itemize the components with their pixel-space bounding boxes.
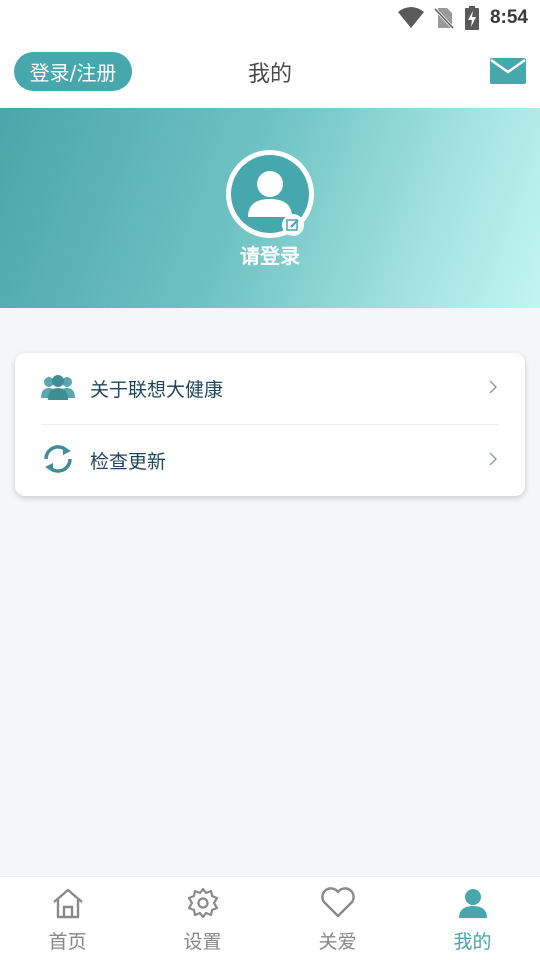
tab-label: 关爱	[318, 931, 357, 953]
mail-icon[interactable]	[490, 58, 526, 88]
tab-care[interactable]: 关爱	[270, 877, 405, 960]
menu-item-label: 关于联想大健康	[90, 379, 224, 401]
person-icon	[457, 887, 489, 923]
page-title: 我的	[247, 62, 292, 87]
menu-item-label: 检查更新	[90, 451, 167, 473]
menu-item-check-update[interactable]: 检查更新	[15, 425, 525, 496]
menu-card: 关于联想大健康 检查更新	[15, 353, 525, 496]
menu-item-about[interactable]: 关于联想大健康	[15, 353, 525, 424]
home-icon	[51, 887, 85, 923]
chevron-right-icon	[489, 379, 497, 398]
profile-banner: 请登录	[0, 108, 540, 308]
chevron-right-icon	[489, 451, 497, 470]
heart-icon	[320, 887, 356, 923]
status-time: 8:54	[489, 7, 528, 28]
edit-icon[interactable]	[282, 214, 304, 236]
refresh-icon	[41, 443, 75, 479]
battery-charging-icon	[464, 6, 480, 30]
tab-mine[interactable]: 我的	[405, 877, 540, 960]
tab-label: 首页	[48, 931, 87, 953]
tab-settings[interactable]: 设置	[135, 877, 270, 960]
tab-home[interactable]: 首页	[0, 877, 135, 960]
tab-label: 设置	[183, 931, 222, 953]
login-prompt[interactable]: 请登录	[0, 240, 540, 269]
wifi-icon	[397, 7, 424, 29]
no-sim-icon	[433, 7, 454, 29]
tab-label: 我的	[453, 931, 492, 953]
top-header: 登录/注册 我的	[0, 36, 540, 108]
status-bar: 8:54	[0, 0, 540, 36]
users-icon	[41, 374, 75, 404]
gear-icon	[187, 887, 219, 923]
bottom-tab-bar: 首页 设置 关爱 我的	[0, 876, 540, 960]
